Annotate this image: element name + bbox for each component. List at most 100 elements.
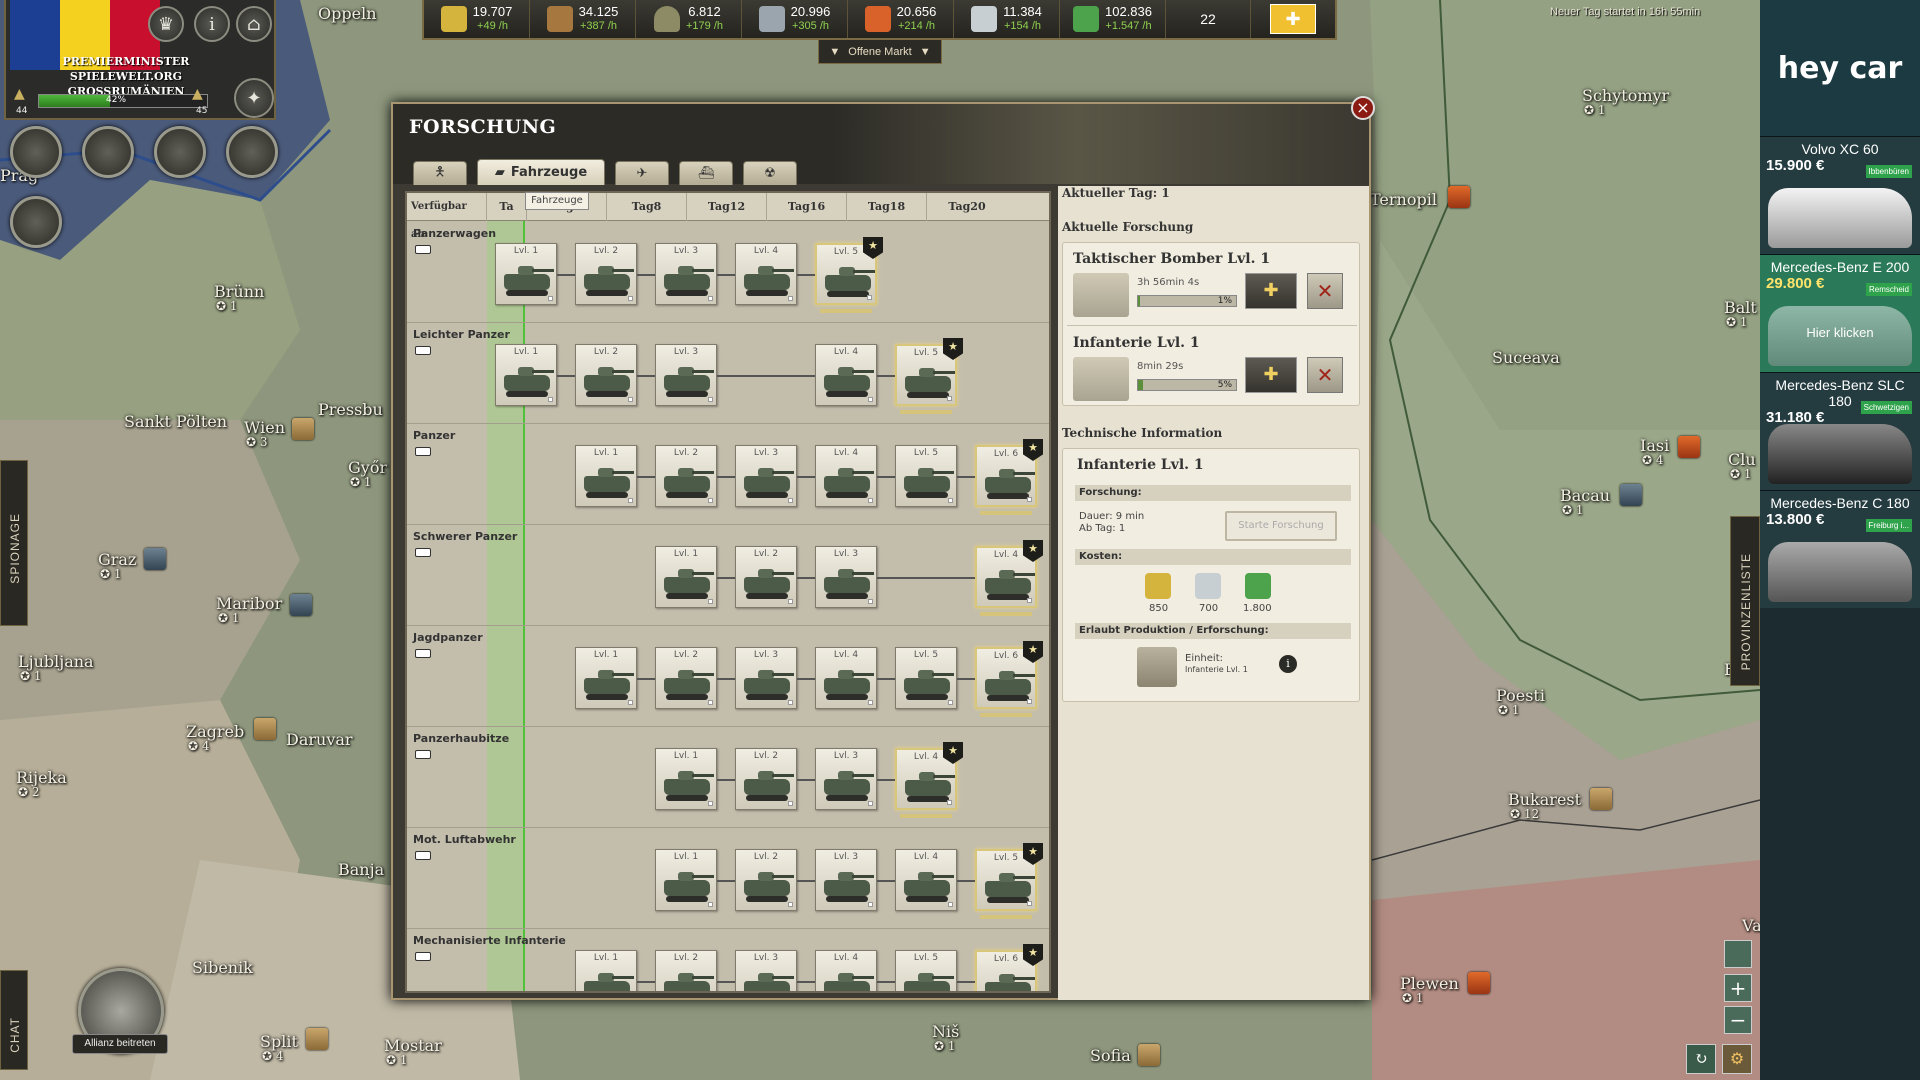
- resource-food[interactable]: 19.707 +49 /h: [424, 0, 530, 38]
- tab-naval[interactable]: ⛴: [679, 161, 733, 185]
- research-unit-card[interactable]: Lvl. 4: [815, 344, 877, 406]
- research-unit-card[interactable]: Lvl. 1: [495, 344, 557, 406]
- research-unit-card[interactable]: Lvl. 2: [575, 344, 637, 406]
- city-label[interactable]: Brünn ✪ 1: [214, 284, 264, 313]
- ad-car[interactable]: Mercedes-Benz C 180 13.800 € Freiburg i...: [1760, 490, 1920, 608]
- city-label[interactable]: Ljubljana ✪ 1: [18, 654, 94, 683]
- research-icon[interactable]: [154, 126, 206, 178]
- info-icon[interactable]: i: [194, 6, 230, 42]
- research-unit-card[interactable]: Lvl. 1: [655, 849, 717, 911]
- settings-gear-icon[interactable]: ⚙: [1722, 1044, 1752, 1074]
- research-unit-card[interactable]: Lvl. 3: [815, 849, 877, 911]
- research-unit-card[interactable]: Lvl. 4: [815, 950, 877, 991]
- city-label[interactable]: Bacau ✪ 1: [1560, 488, 1610, 517]
- resource-steel[interactable]: 20.996 +305 /h: [742, 0, 848, 38]
- tab-nuclear[interactable]: ☢: [743, 161, 797, 185]
- home-icon[interactable]: ⌂: [236, 6, 272, 42]
- city-label[interactable]: Niš ✪ 1: [932, 1024, 959, 1053]
- research-unit-card[interactable]: Lvl. 3: [815, 748, 877, 810]
- resource-goods[interactable]: 34.125 +387 /h: [530, 0, 636, 38]
- ad-car[interactable]: Mercedes-Benz SLC 180 31.180 € Schwetzigen: [1760, 372, 1920, 490]
- city-label[interactable]: Sankt Pölten: [124, 414, 227, 430]
- ad-car[interactable]: Volvo XC 60 15.900 € Ibbenbüren: [1760, 136, 1920, 254]
- rank-badge-icon[interactable]: ✦: [234, 78, 274, 118]
- research-unit-card[interactable]: Lvl. 2: [735, 849, 797, 911]
- zoom-out-icon[interactable]: −: [1724, 1006, 1752, 1034]
- research-unit-card[interactable]: Lvl. 3: [655, 243, 717, 305]
- city-label[interactable]: Mostar ✪ 1: [384, 1038, 442, 1067]
- research-tree[interactable]: Verfügbar ab: Ta Tag4 Tag8 Tag12 Tag16 T…: [405, 191, 1051, 993]
- row-toggle-icon[interactable]: [415, 649, 431, 658]
- city-label[interactable]: Clu ✪ 1: [1728, 452, 1756, 481]
- chat-tab[interactable]: CHAT: [0, 970, 28, 1070]
- tab-vehicles[interactable]: ▰ Fahrzeuge: [477, 159, 605, 185]
- close-icon[interactable]: ×: [1351, 96, 1375, 120]
- ad-cta[interactable]: Hier klicken: [1760, 325, 1920, 340]
- research-unit-card[interactable]: Lvl. 1: [495, 243, 557, 305]
- city-label[interactable]: Plewen ✪ 1: [1400, 976, 1459, 1005]
- newspaper-icon[interactable]: [10, 126, 62, 178]
- research-unit-card[interactable]: Lvl. 2: [575, 243, 637, 305]
- row-toggle-icon[interactable]: [415, 750, 431, 759]
- city-label[interactable]: Ternopil: [1370, 192, 1437, 208]
- city-label[interactable]: Sofia: [1090, 1048, 1131, 1064]
- research-unit-card[interactable]: Lvl. 1: [575, 647, 637, 709]
- city-label[interactable]: Balt ✪ 1: [1724, 300, 1757, 329]
- research-unit-card[interactable]: Lvl. 2: [655, 445, 717, 507]
- research-unit-card[interactable]: Lvl. 4: [895, 849, 957, 911]
- resource-manpower[interactable]: 6.812 +179 /h: [636, 0, 742, 38]
- row-toggle-icon[interactable]: [415, 952, 431, 961]
- row-toggle-icon[interactable]: [415, 245, 431, 254]
- city-label[interactable]: Daruvar: [286, 732, 353, 748]
- research-unit-card[interactable]: Lvl. 1: [575, 950, 637, 991]
- city-label[interactable]: Split ✪ 4: [260, 1034, 298, 1063]
- info-icon[interactable]: i: [1279, 655, 1297, 673]
- research-unit-card[interactable]: Lvl. 2: [735, 748, 797, 810]
- ad-banner[interactable]: hey car Volvo XC 60 15.900 € Ibbenbüren Me…: [1760, 0, 1920, 1080]
- research-unit-card[interactable]: Lvl. 3: [735, 445, 797, 507]
- city-label[interactable]: Zagreb ✪ 4: [186, 724, 244, 753]
- resource-money[interactable]: 102.836 +1.547 /h: [1060, 0, 1166, 38]
- research-unit-card[interactable]: Lvl. 5: [895, 950, 957, 991]
- cancel-research-button[interactable]: ✕: [1307, 273, 1343, 309]
- research-unit-card[interactable]: Lvl. 3: [655, 344, 717, 406]
- research-unit-card[interactable]: Lvl. 1: [655, 546, 717, 608]
- research-unit-card[interactable]: Lvl. 3: [735, 647, 797, 709]
- research-unit-card[interactable]: Lvl. 4: [735, 243, 797, 305]
- calendar-icon[interactable]: [10, 196, 62, 248]
- tab-aircraft[interactable]: ✈: [615, 161, 669, 185]
- infantry-unit-icon[interactable]: [1137, 647, 1177, 687]
- resource-oil[interactable]: 20.656 +214 /h: [848, 0, 954, 38]
- fullscreen-icon[interactable]: [1724, 940, 1752, 968]
- city-label[interactable]: Wien ✪ 3: [244, 420, 285, 449]
- zoom-in-icon[interactable]: +: [1724, 974, 1752, 1002]
- city-label[interactable]: Maribor ✪ 1: [216, 596, 282, 625]
- research-unit-card[interactable]: Lvl. 4: [815, 647, 877, 709]
- city-label[interactable]: Bukarest ✪ 12: [1508, 792, 1581, 821]
- research-unit-card[interactable]: Lvl. 2: [735, 546, 797, 608]
- spionage-tab[interactable]: SPIONAGE: [0, 460, 28, 626]
- open-market-button[interactable]: ▼ Offene Markt ▼: [818, 40, 942, 64]
- research-unit-card[interactable]: Lvl. 5: [895, 647, 957, 709]
- army-icon[interactable]: [226, 126, 278, 178]
- city-label[interactable]: Sibenik: [192, 960, 253, 976]
- city-label[interactable]: Graz ✪ 1: [98, 552, 136, 581]
- trophy-icon[interactable]: ♛: [148, 6, 184, 42]
- city-label[interactable]: Suceava: [1492, 350, 1560, 366]
- research-unit-card[interactable]: Lvl. 3: [815, 546, 877, 608]
- cancel-research-button[interactable]: ✕: [1307, 357, 1343, 393]
- resource-rare[interactable]: 11.384 +154 /h: [954, 0, 1060, 38]
- city-label[interactable]: Iasi ✪ 4: [1640, 438, 1669, 467]
- research-unit-card[interactable]: Lvl. 5: [895, 445, 957, 507]
- city-label[interactable]: Banja: [338, 862, 384, 878]
- refresh-icon[interactable]: ↻: [1686, 1044, 1716, 1074]
- research-unit-card[interactable]: Lvl. 4: [815, 445, 877, 507]
- ad-car[interactable]: Mercedes-Benz E 200 29.800 € Remscheid Hier…: [1760, 254, 1920, 372]
- speedup-gold-button[interactable]: ✚: [1245, 357, 1297, 393]
- row-toggle-icon[interactable]: [415, 851, 431, 860]
- start-research-button[interactable]: Starte Forschung: [1225, 511, 1337, 541]
- research-unit-card[interactable]: Lvl. 3: [735, 950, 797, 991]
- research-unit-card[interactable]: Lvl. 2: [655, 950, 717, 991]
- speedup-gold-button[interactable]: ✚: [1245, 273, 1297, 309]
- city-label[interactable]: Oppeln: [318, 6, 377, 22]
